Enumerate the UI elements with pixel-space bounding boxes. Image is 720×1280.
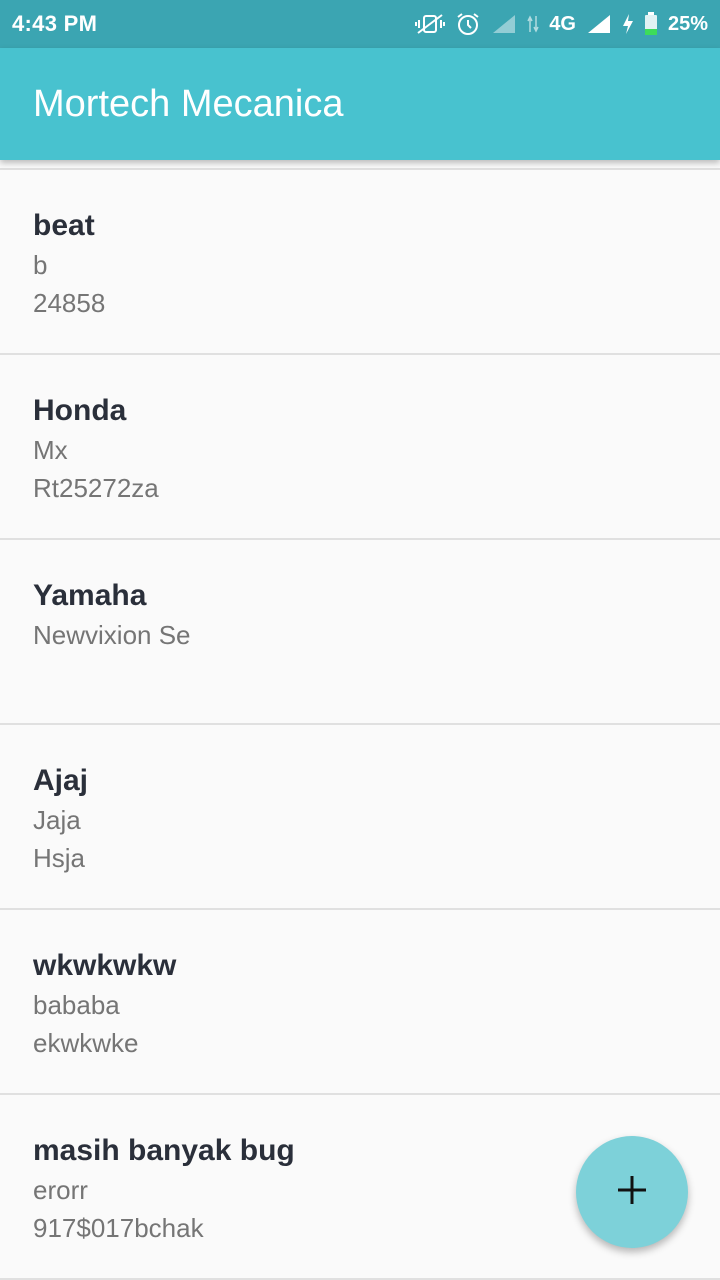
add-button[interactable] xyxy=(576,1136,688,1248)
item-subtitle: bababa xyxy=(33,990,120,1020)
item-subtitle: Jaja xyxy=(33,805,81,835)
plus-icon xyxy=(616,1174,648,1211)
item-title: masih banyak bug xyxy=(33,1134,295,1167)
item-subtitle: erorr xyxy=(33,1175,88,1205)
list-item[interactable]: Honda Mx Rt25272za xyxy=(0,355,720,540)
item-title: Yamaha xyxy=(33,579,147,612)
signal-icon xyxy=(491,13,517,35)
alarm-icon xyxy=(455,11,481,37)
item-subtitle: Newvixion Se xyxy=(33,620,191,650)
charging-icon xyxy=(622,13,634,35)
signal-icon xyxy=(586,13,612,35)
app-title: Mortech Mecanica xyxy=(33,83,344,125)
list-item[interactable]: Ajaj Jaja Hsja xyxy=(0,725,720,910)
item-list: beat b 24858 Honda Mx Rt25272za Yamaha N… xyxy=(0,168,720,1280)
battery-percent: 25% xyxy=(667,12,708,35)
item-detail: 24858 xyxy=(33,288,106,318)
item-detail: ekwkwke xyxy=(33,1028,139,1058)
data-arrows-icon xyxy=(527,14,539,34)
list-item[interactable]: wkwkwkw bababa ekwkwke xyxy=(0,910,720,1095)
app-bar: Mortech Mecanica xyxy=(0,48,720,160)
item-detail: Hsja xyxy=(33,843,86,873)
status-bar: 4:43 PM 4G 25% xyxy=(0,0,720,48)
battery-icon xyxy=(644,12,658,36)
vibrate-off-icon xyxy=(415,12,446,36)
item-title: Honda xyxy=(33,394,127,427)
list-item[interactable]: beat b 24858 xyxy=(0,170,720,355)
status-time: 4:43 PM xyxy=(12,11,98,36)
item-title: beat xyxy=(33,209,95,242)
item-title: wkwkwkw xyxy=(33,949,177,982)
list-item[interactable]: Yamaha Newvixion Se xyxy=(0,540,720,725)
status-icons: 4G 25% xyxy=(415,11,708,37)
network-type: 4G xyxy=(549,12,576,35)
item-title: Ajaj xyxy=(33,764,89,797)
item-subtitle: Mx xyxy=(33,435,68,465)
item-subtitle: b xyxy=(33,250,48,280)
item-detail: 917$017bchak xyxy=(33,1213,204,1243)
item-detail: Rt25272za xyxy=(33,473,159,503)
